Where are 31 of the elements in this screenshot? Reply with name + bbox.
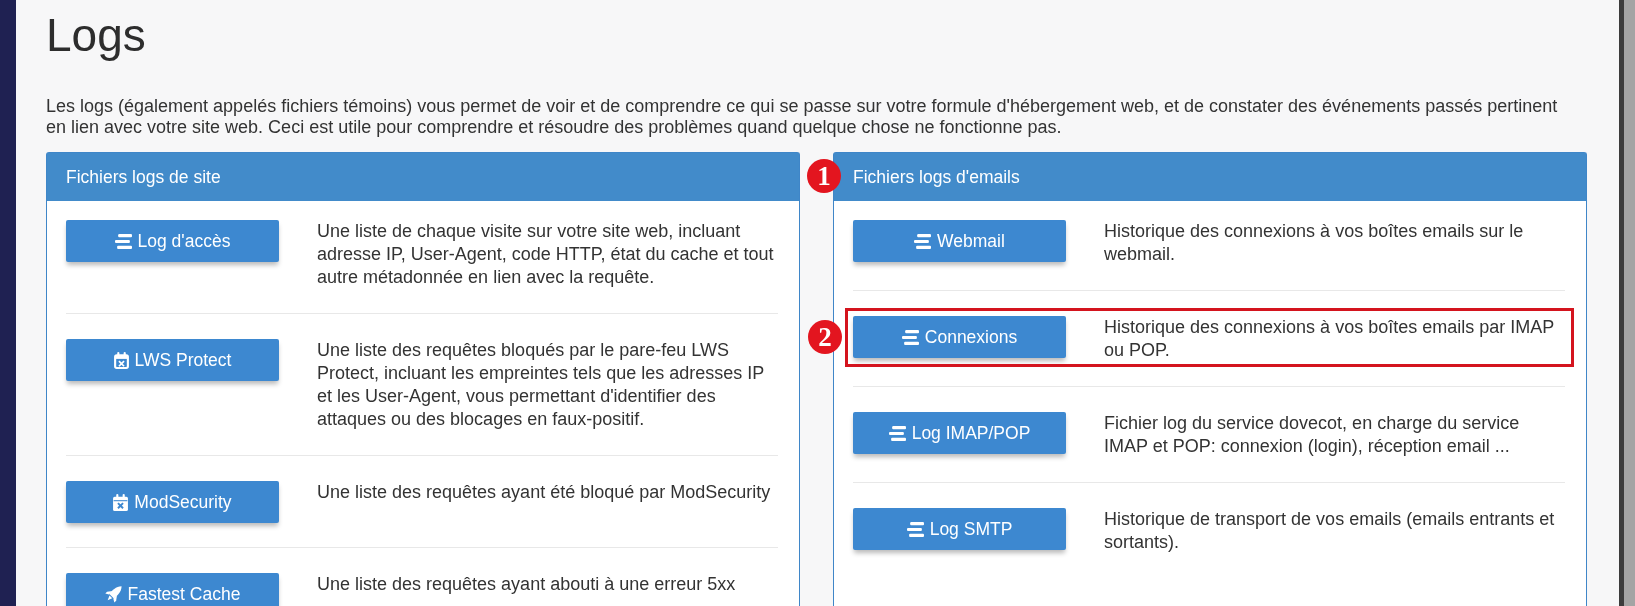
- log-button[interactable]: ModSecurity: [66, 481, 279, 523]
- log-description: Historique de transport de vos emails (emails entrants et sortants).: [1104, 508, 1556, 554]
- log-button[interactable]: Connexions: [853, 316, 1066, 358]
- step-marker: 1: [807, 159, 841, 193]
- panel-title: Fichiers logs d'emails: [853, 166, 1020, 188]
- page-title: Logs: [46, 8, 146, 63]
- log-description: Une liste des requêtes ayant été bloqué par ModSecurity: [317, 481, 772, 504]
- log-description: Une liste des requêtes ayant abouti à une erreur 5xx: [317, 573, 737, 596]
- intro-text: Les logs (également appelés fichiers témoins) vous permet de voir et de comprendre ce qui se passe sur votre formule d'hébergement web, et de constater des événements passés pertinent en lien avec votre site web. Ceci est utile pour comprendre et résoudre des problèmes quand quelque chose ne fonctionne pas.: [46, 96, 1559, 138]
- calendar-x-icon: [113, 493, 129, 511]
- log-description: Historique des connexions à vos boîtes emails par IMAP ou POP.: [1104, 316, 1555, 362]
- bars-icon: [888, 425, 906, 441]
- bars-icon: [114, 233, 132, 249]
- step-marker: 2: [808, 320, 842, 354]
- bars-icon: [914, 233, 932, 249]
- log-description: Historique des connexions à vos boîtes emails sur le webmail.: [1104, 220, 1525, 266]
- scrollbar[interactable]: [1619, 0, 1635, 606]
- panel-title: Fichiers logs de site: [66, 166, 221, 188]
- log-button[interactable]: Fastest Cache: [66, 573, 279, 606]
- bars-icon: [906, 521, 924, 537]
- log-button[interactable]: Log SMTP: [853, 508, 1066, 550]
- log-description: Une liste de chaque visite sur votre site web, incluant adresse IP, User-Agent, code HTTP, état du cache et tout autre métadonnée en lien avec la requête.: [317, 220, 775, 289]
- log-description: Fichier log du service dovecot, en charge du service IMAP et POP: connexion (login), réception email ...: [1104, 412, 1521, 458]
- bars-icon: [901, 329, 919, 345]
- log-button[interactable]: LWS Protect: [66, 339, 279, 381]
- rocket-icon: [104, 585, 122, 603]
- log-button[interactable]: Log IMAP/POP: [853, 412, 1066, 454]
- log-description: Une liste des requêtes bloqués par le pare-feu LWS Protect, incluant les empreintes tels que les adresses IP et les User-Agent, vous permettant d'identifier des attaques ou des blocages en faux-positif.: [317, 339, 765, 431]
- log-button[interactable]: Log d'accès: [66, 220, 279, 262]
- calendar-x-icon: [113, 351, 129, 369]
- log-button[interactable]: Webmail: [853, 220, 1066, 262]
